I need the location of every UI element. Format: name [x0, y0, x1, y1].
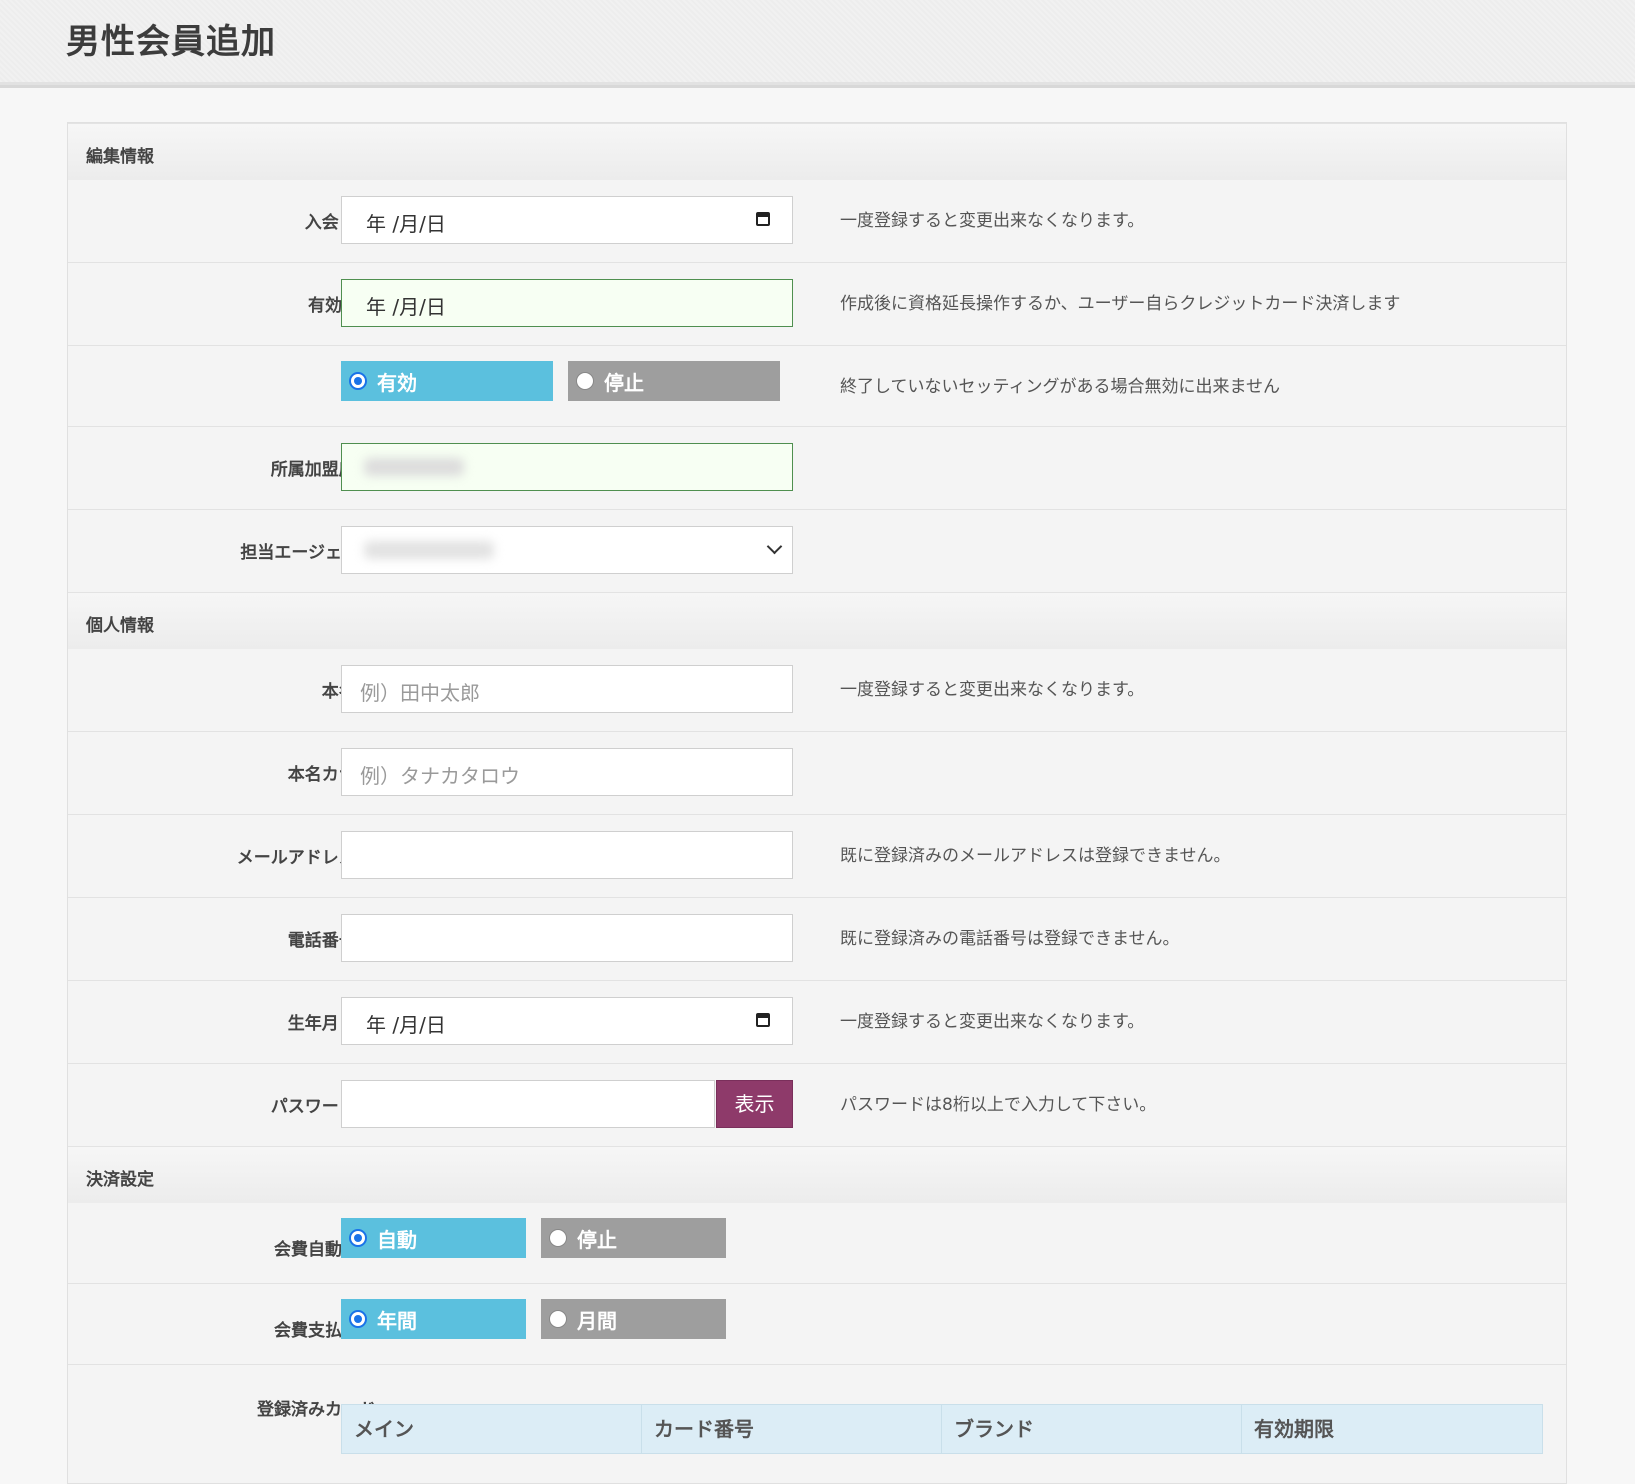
- row-status: 状態 有効 停止 終了していないセッティングがある場合無効に出来ません: [68, 346, 1566, 427]
- radio-selected-icon: [349, 1229, 367, 1247]
- row-password: パスワード※ 表示 パスワードは8桁以上で入力して下さい。: [68, 1064, 1566, 1147]
- auto-pay-auto-radio[interactable]: 自動: [341, 1218, 526, 1258]
- radio-label: 有効: [377, 371, 417, 395]
- row-real-name-kana: 本名カナ※ 例）タナカタロウ: [68, 732, 1566, 815]
- phone-hint: 既に登録済みの電話番号は登録できません。: [840, 929, 1180, 949]
- radio-selected-icon: [349, 1310, 367, 1328]
- real-name-hint: 一度登録すると変更出来なくなります。: [840, 680, 1145, 700]
- column-header-expiry[interactable]: 有効期限: [1242, 1405, 1542, 1453]
- email-field[interactable]: [341, 831, 793, 879]
- radio-selected-icon: [349, 372, 367, 390]
- date-value: 年 /月/日: [366, 212, 446, 236]
- date-value: 年 /月/日: [366, 295, 446, 319]
- pay-period-yearly-radio[interactable]: 年間: [341, 1299, 526, 1339]
- radio-icon: [549, 1310, 567, 1328]
- section-title: 個人情報: [86, 616, 154, 636]
- placeholder: 例）田中太郎: [360, 681, 480, 705]
- calendar-icon[interactable]: [756, 212, 770, 226]
- row-phone: 電話番号※ 既に登録済みの電話番号は登録できません。: [68, 898, 1566, 981]
- form-panel: 編集情報 入会日※ 年 /月/日 一度登録すると変更出来なくなります。 有効期限…: [67, 122, 1567, 1484]
- registered-cards-table-header: メイン カード番号 ブランド 有効期限: [341, 1404, 1543, 1454]
- row-agent: 担当エージェント: [68, 510, 1566, 593]
- birthdate-hint: 一度登録すると変更出来なくなります。: [840, 1012, 1145, 1032]
- row-pay-period: 会費支払期間 年間 月間: [68, 1284, 1566, 1365]
- row-registered-cards: 登録済みカード メイン カード番号 ブランド 有効期限: [68, 1365, 1566, 1483]
- show-password-button[interactable]: 表示: [716, 1080, 793, 1128]
- row-email: メールアドレス※ 既に登録済みのメールアドレスは登録できません。: [68, 815, 1566, 898]
- agent-select[interactable]: [341, 526, 793, 574]
- email-hint: 既に登録済みのメールアドレスは登録できません。: [840, 846, 1231, 866]
- column-header-brand[interactable]: ブランド: [942, 1405, 1242, 1453]
- calendar-icon[interactable]: [756, 1013, 770, 1027]
- join-date-hint: 一度登録すると変更出来なくなります。: [840, 211, 1145, 231]
- date-value: 年 /月/日: [366, 1013, 446, 1037]
- password-hint: パスワードは8桁以上で入力して下さい。: [840, 1095, 1157, 1115]
- radio-label: 自動: [377, 1228, 417, 1252]
- status-stopped-radio[interactable]: 停止: [568, 361, 780, 401]
- pay-period-monthly-radio[interactable]: 月間: [541, 1299, 726, 1339]
- join-date-input[interactable]: 年 /月/日: [341, 196, 793, 244]
- status-active-radio[interactable]: 有効: [341, 361, 553, 401]
- section-payment-header: 決済設定: [68, 1146, 1566, 1204]
- row-auto-pay: 会費自動決済 自動 停止: [68, 1203, 1566, 1284]
- auto-pay-stop-radio[interactable]: 停止: [541, 1218, 726, 1258]
- expiry-input[interactable]: 年 /月/日: [341, 279, 793, 327]
- real-name-kana-input[interactable]: 例）タナカタロウ: [341, 748, 793, 796]
- row-store: 所属加盟店※: [68, 427, 1566, 510]
- real-name-input[interactable]: 例）田中太郎: [341, 665, 793, 713]
- radio-label: 停止: [604, 371, 644, 395]
- chevron-down-icon: [766, 538, 783, 555]
- birthdate-input[interactable]: 年 /月/日: [341, 997, 793, 1045]
- radio-label: 年間: [377, 1309, 417, 1333]
- store-input[interactable]: [341, 443, 793, 491]
- radio-label: 月間: [577, 1309, 617, 1333]
- expiry-hint: 作成後に資格延長操作するか、ユーザー自らクレジットカード決済します: [840, 294, 1401, 314]
- radio-label: 停止: [577, 1228, 617, 1252]
- column-header-main[interactable]: メイン: [342, 1405, 642, 1453]
- row-expiry: 有効期限 年 /月/日 作成後に資格延長操作するか、ユーザー自らクレジットカード…: [68, 263, 1566, 346]
- section-title: 編集情報: [86, 147, 154, 167]
- status-hint: 終了していないセッティングがある場合無効に出来ません: [840, 377, 1280, 397]
- page-title: 男性会員追加: [66, 22, 276, 62]
- section-edit-header: 編集情報: [68, 123, 1566, 181]
- phone-field[interactable]: [341, 914, 793, 962]
- section-title: 決済設定: [86, 1170, 154, 1190]
- column-header-card-number[interactable]: カード番号: [642, 1405, 942, 1453]
- section-personal-header: 個人情報: [68, 592, 1566, 650]
- redacted-value: [364, 541, 494, 559]
- row-birthdate: 生年月日※ 年 /月/日 一度登録すると変更出来なくなります。: [68, 981, 1566, 1064]
- radio-icon: [549, 1229, 567, 1247]
- placeholder: 例）タナカタロウ: [360, 764, 520, 788]
- page-header: 男性会員追加: [0, 0, 1635, 85]
- redacted-value: [364, 458, 464, 476]
- row-real-name: 本名※ 例）田中太郎 一度登録すると変更出来なくなります。: [68, 649, 1566, 732]
- row-join-date: 入会日※ 年 /月/日 一度登録すると変更出来なくなります。: [68, 180, 1566, 263]
- radio-icon: [576, 372, 594, 390]
